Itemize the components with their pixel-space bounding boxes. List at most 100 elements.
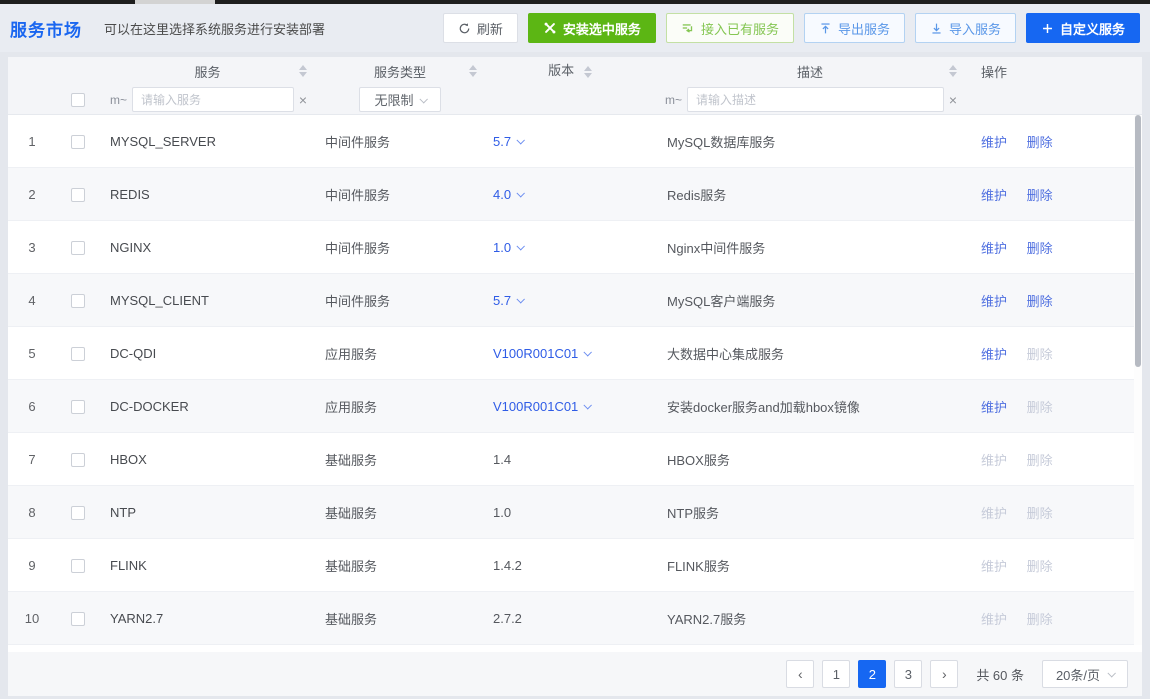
row-operations: 维护 删除 (965, 397, 1142, 416)
version-dropdown-link[interactable]: V100R001C01 (493, 346, 590, 361)
table-row: 9 FLINK 基础服务 1.4.2 FLINK服务 维护 删除 (8, 539, 1142, 592)
table-header: 服务 服务类型 版本 描述 操作 m~ × (8, 57, 1142, 115)
row-index: 6 (8, 399, 56, 414)
version-cell: 1.0 (485, 240, 655, 255)
service-name: MYSQL_SERVER (100, 134, 315, 149)
page-button-3[interactable]: 3 (894, 660, 922, 688)
header-bar: 服务市场 可以在这里选择系统服务进行安装部署 刷新 安装选中服务 接入已有服务 … (0, 4, 1150, 52)
upload-icon (819, 22, 832, 35)
row-checkbox[interactable] (71, 347, 85, 361)
row-index: 10 (8, 611, 56, 626)
row-checkbox[interactable] (71, 453, 85, 467)
col-type: 服务类型 (315, 62, 485, 81)
sort-type-icon[interactable] (469, 61, 477, 81)
version-dropdown-link[interactable]: 4.0 (493, 187, 523, 202)
row-operations: 维护 删除 (965, 609, 1142, 628)
row-index: 7 (8, 452, 56, 467)
page-size-select[interactable]: 20条/页 (1042, 660, 1128, 688)
tools-icon (543, 21, 557, 35)
connect-existing-button[interactable]: 接入已有服务 (666, 13, 794, 43)
delete-link: 删除 (1027, 559, 1053, 574)
maintain-link[interactable]: 维护 (981, 294, 1007, 309)
install-selected-button[interactable]: 安装选中服务 (528, 13, 656, 43)
page-button-2-active[interactable]: 2 (858, 660, 886, 688)
service-desc: YARN2.7服务 (655, 609, 965, 628)
export-services-button[interactable]: 导出服务 (804, 13, 905, 43)
service-filter-input[interactable] (132, 87, 294, 112)
desc-filter-input[interactable] (687, 87, 944, 112)
delete-link[interactable]: 删除 (1027, 294, 1053, 309)
table-row: 7 HBOX 基础服务 1.4 HBOX服务 维护 删除 (8, 433, 1142, 486)
row-checkbox[interactable] (71, 559, 85, 573)
delete-link[interactable]: 删除 (1027, 188, 1053, 203)
sort-desc-icon[interactable] (949, 61, 957, 81)
col-ops: 操作 (965, 62, 1142, 81)
version-dropdown-link[interactable]: 5.7 (493, 293, 523, 308)
version-dropdown-link[interactable]: V100R001C01 (493, 399, 590, 414)
maintain-link[interactable]: 维护 (981, 347, 1007, 362)
row-checkbox[interactable] (71, 188, 85, 202)
row-checkbox[interactable] (71, 294, 85, 308)
row-operations: 维护 删除 (965, 344, 1142, 363)
version-dropdown-link[interactable]: 1.0 (493, 240, 523, 255)
vertical-scrollbar[interactable] (1134, 115, 1142, 645)
row-operations: 维护 删除 (965, 450, 1142, 469)
row-checkbox[interactable] (71, 135, 85, 149)
service-desc: NTP服务 (655, 503, 965, 522)
service-name: YARN2.7 (100, 611, 315, 626)
row-operations: 维护 删除 (965, 291, 1142, 310)
service-desc: 安装docker服务and加载hbox镜像 (655, 397, 965, 416)
service-filter-clear-icon[interactable]: × (299, 92, 307, 108)
delete-link[interactable]: 删除 (1027, 241, 1053, 256)
page-button-1[interactable]: 1 (822, 660, 850, 688)
version-cell: 1.0 (485, 505, 655, 520)
service-filter: m~ × (100, 87, 315, 112)
service-desc: HBOX服务 (655, 450, 965, 469)
maintain-link: 维护 (981, 453, 1007, 468)
row-checkbox[interactable] (71, 241, 85, 255)
table-row: 10 YARN2.7 基础服务 2.7.2 YARN2.7服务 维护 删除 (8, 592, 1142, 645)
version-cell: 1.4.2 (485, 558, 655, 573)
table-row: 1 MYSQL_SERVER 中间件服务 5.7 MySQL数据库服务 维护 删… (8, 115, 1142, 168)
row-checkbox[interactable] (71, 506, 85, 520)
scrollbar-thumb[interactable] (1135, 115, 1141, 367)
desc-filter: m~ × (655, 87, 965, 112)
service-type: 中间件服务 (315, 238, 485, 257)
desc-filter-clear-icon[interactable]: × (949, 92, 957, 108)
service-type: 应用服务 (315, 344, 485, 363)
refresh-button[interactable]: 刷新 (443, 13, 518, 43)
col-service: 服务 (100, 62, 315, 81)
maintain-link[interactable]: 维护 (981, 188, 1007, 203)
window-top-strip (0, 0, 1150, 4)
import-services-button[interactable]: 导入服务 (915, 13, 1016, 43)
sort-service-icon[interactable] (299, 61, 307, 81)
version-dropdown-link[interactable]: 5.7 (493, 134, 523, 149)
maintain-link[interactable]: 维护 (981, 241, 1007, 256)
chevron-down-icon (584, 348, 592, 356)
row-index: 5 (8, 346, 56, 361)
select-all-checkbox[interactable] (71, 93, 85, 107)
service-desc: FLINK服务 (655, 556, 965, 575)
version-cell: 4.0 (485, 187, 655, 202)
row-checkbox[interactable] (71, 612, 85, 626)
desc-filter-prefix: m~ (665, 93, 682, 107)
service-type: 基础服务 (315, 609, 485, 628)
connect-icon (681, 21, 695, 35)
sort-version-icon[interactable] (584, 62, 592, 82)
version-cell: 1.4 (485, 452, 655, 467)
prev-page-button[interactable]: ‹ (786, 660, 814, 688)
next-page-button[interactable]: › (930, 660, 958, 688)
table-row: 8 NTP 基础服务 1.0 NTP服务 维护 删除 (8, 486, 1142, 539)
custom-service-button[interactable]: 自定义服务 (1026, 13, 1140, 43)
row-checkbox[interactable] (71, 400, 85, 414)
service-type: 基础服务 (315, 450, 485, 469)
delete-link: 删除 (1027, 400, 1053, 415)
maintain-link[interactable]: 维护 (981, 400, 1007, 415)
table-body: 1 MYSQL_SERVER 中间件服务 5.7 MySQL数据库服务 维护 删… (8, 115, 1142, 645)
chevron-down-icon (419, 95, 427, 103)
delete-link[interactable]: 删除 (1027, 135, 1053, 150)
service-desc: Nginx中间件服务 (655, 238, 965, 257)
toolbar: 刷新 安装选中服务 接入已有服务 导出服务 导入服务 自定义服务 (443, 13, 1140, 43)
maintain-link[interactable]: 维护 (981, 135, 1007, 150)
type-filter-select[interactable]: 无限制 (359, 87, 441, 112)
